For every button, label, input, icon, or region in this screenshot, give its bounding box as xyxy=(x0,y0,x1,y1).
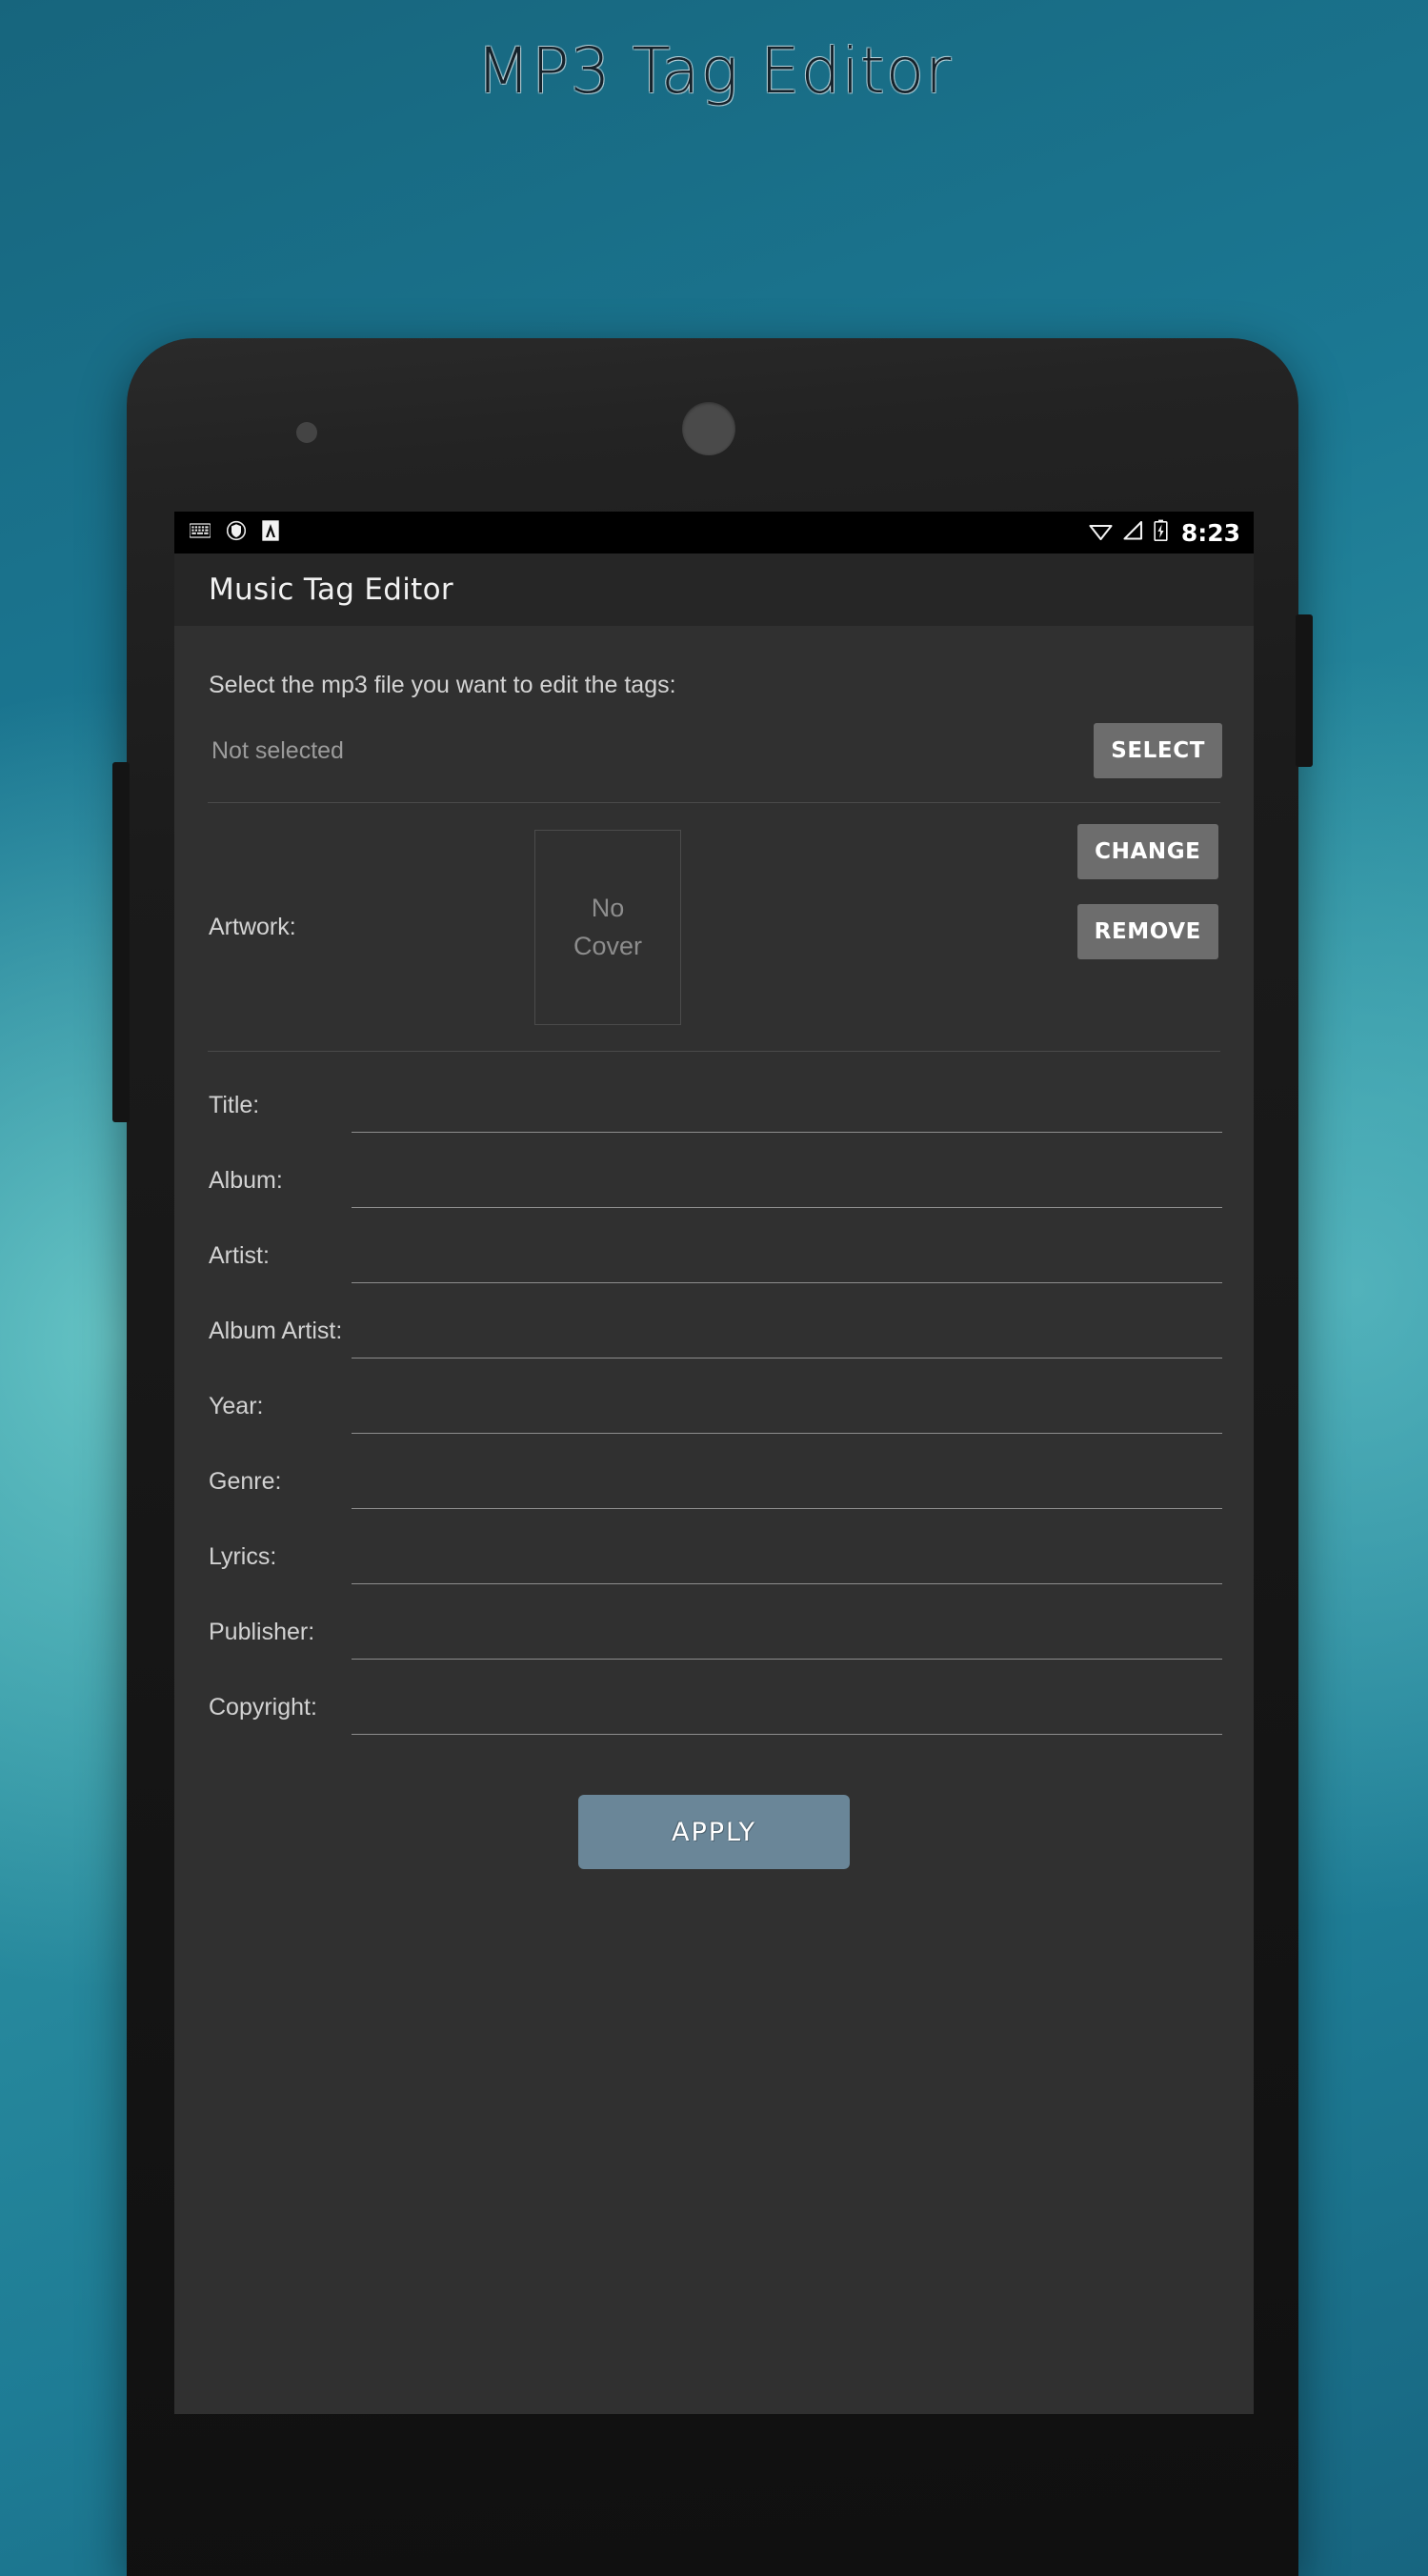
shield-icon xyxy=(226,520,247,546)
content-area: Select the mp3 file you want to edit the… xyxy=(174,626,1254,2414)
phone-right-side-button[interactable] xyxy=(1296,614,1313,767)
selected-file-name: Not selected xyxy=(211,736,344,764)
apply-button[interactable]: APPLY xyxy=(578,1795,850,1869)
artwork-action-buttons: CHANGE REMOVE xyxy=(1076,824,1218,959)
app-notification-icon xyxy=(262,519,279,546)
artwork-placeholder-line2: Cover xyxy=(573,931,643,960)
tag-field-row: Album: xyxy=(206,1133,1222,1208)
page-title: MP3 Tag Editor xyxy=(475,34,953,108)
remove-artwork-button[interactable]: REMOVE xyxy=(1076,904,1218,959)
tag-field-row: Title: xyxy=(206,1057,1222,1133)
status-bar-left-icons xyxy=(189,519,279,546)
battery-charging-icon xyxy=(1154,519,1168,546)
phone-left-side-button[interactable] xyxy=(112,762,130,1122)
tag-field-input[interactable] xyxy=(352,1229,1222,1283)
tag-field-row: Publisher: xyxy=(206,1584,1222,1660)
tag-field-input[interactable] xyxy=(352,1379,1222,1434)
tag-field-label: Year: xyxy=(209,1393,264,1419)
tag-field-label: Copyright: xyxy=(209,1694,317,1721)
keyboard-icon xyxy=(189,522,211,543)
tag-field-input[interactable] xyxy=(352,1455,1222,1509)
tag-field-row: Lyrics: xyxy=(206,1509,1222,1584)
tag-field-label: Lyrics: xyxy=(209,1543,277,1570)
page-root: MP3 Tag Editor 8:23 Music Tag Editor Sel… xyxy=(0,0,1428,2576)
front-camera-icon xyxy=(682,402,735,455)
tag-field-row: Genre: xyxy=(206,1434,1222,1509)
tag-field-label: Album: xyxy=(209,1167,283,1194)
tag-field-row: Artist: xyxy=(206,1208,1222,1283)
status-bar-clock: 8:23 xyxy=(1180,518,1240,547)
tag-field-label: Album Artist: xyxy=(209,1318,343,1344)
file-select-row: Not selected SELECT xyxy=(206,699,1222,802)
tag-fields-list: Title: Album: Artist: Album Artist: Year: Gen… xyxy=(206,1052,1222,1735)
signal-icon xyxy=(1123,520,1143,545)
artwork-label: Artwork: xyxy=(209,913,296,940)
tag-field-input[interactable] xyxy=(352,1304,1222,1358)
tag-field-row: Album Artist: xyxy=(206,1283,1222,1358)
app-bar-title: Music Tag Editor xyxy=(209,573,453,607)
tag-field-label: Title: xyxy=(209,1092,260,1118)
status-bar-right-icons: 8:23 xyxy=(1089,519,1240,547)
tag-field-input[interactable] xyxy=(352,1078,1222,1133)
tag-field-label: Publisher: xyxy=(209,1619,315,1645)
apply-button-wrapper: APPLY xyxy=(206,1735,1222,1869)
device-screen: 8:23 Music Tag Editor Select the mp3 fil… xyxy=(174,512,1254,2414)
artwork-section: Artwork: No Cover CHANGE REMOVE xyxy=(206,803,1222,1051)
wifi-icon xyxy=(1089,521,1113,545)
artwork-preview[interactable]: No Cover xyxy=(534,830,681,1025)
proximity-sensor-icon xyxy=(296,422,317,443)
tag-field-input[interactable] xyxy=(352,1605,1222,1660)
tag-field-input[interactable] xyxy=(352,1530,1222,1584)
select-file-button[interactable]: SELECT xyxy=(1094,723,1222,778)
tag-field-row: Year: xyxy=(206,1358,1222,1434)
change-artwork-button[interactable]: CHANGE xyxy=(1076,824,1218,879)
tag-field-input[interactable] xyxy=(352,1680,1222,1735)
status-bar: 8:23 xyxy=(174,512,1254,553)
tag-field-input[interactable] xyxy=(352,1154,1222,1208)
select-file-hint: Select the mp3 file you want to edit the… xyxy=(209,672,676,698)
tag-field-label: Genre: xyxy=(209,1468,282,1495)
artwork-placeholder-line1: No xyxy=(591,894,625,923)
app-bar: Music Tag Editor xyxy=(174,553,1254,626)
tag-field-label: Artist: xyxy=(209,1242,270,1269)
tag-field-row: Copyright: xyxy=(206,1660,1222,1735)
